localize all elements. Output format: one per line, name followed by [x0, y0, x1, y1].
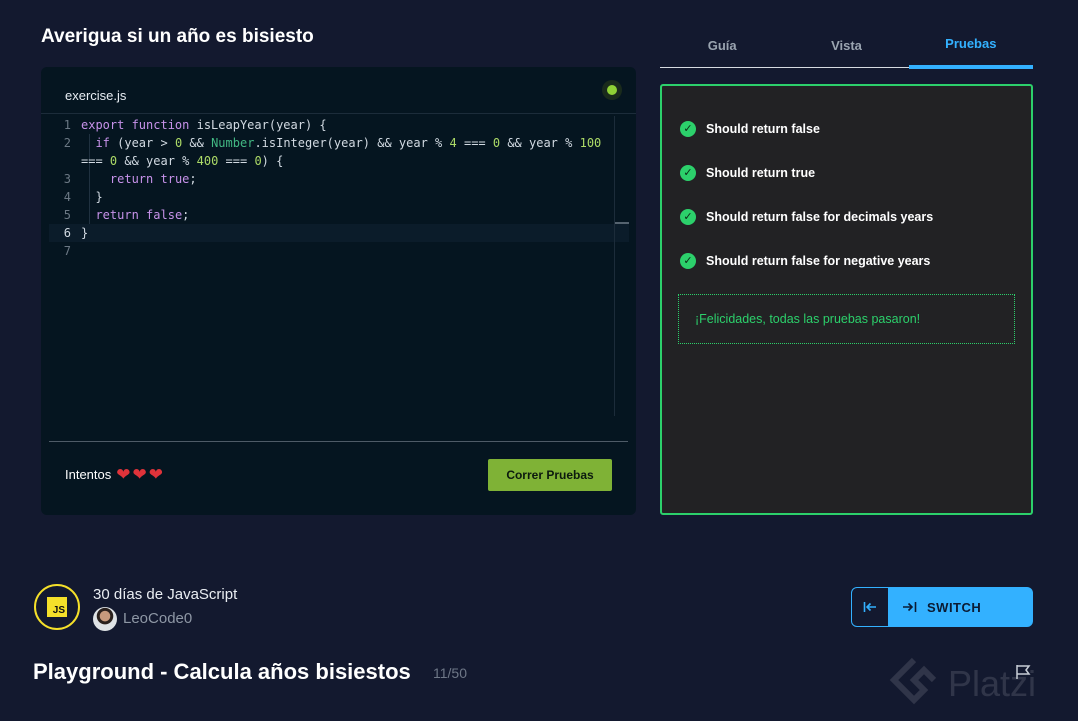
code-area[interactable]: 1 export function isLeapYear(year) {2 if … — [49, 116, 629, 416]
line-number: 2 — [63, 136, 71, 150]
js-logo-icon: JS — [47, 597, 67, 617]
status-indicator-icon — [602, 80, 622, 100]
check-icon: ✓ — [680, 121, 696, 137]
code-text[interactable]: } — [81, 188, 102, 206]
run-tests-button[interactable]: Correr Pruebas — [488, 459, 612, 491]
editor-divider — [49, 441, 628, 442]
tab-guia[interactable]: Guía — [660, 26, 784, 67]
platzi-watermark: Platzi — [888, 654, 1068, 714]
test-label: Should return false — [706, 122, 820, 136]
line-number: 7 — [63, 244, 71, 258]
flag-icon[interactable] — [1014, 663, 1032, 686]
panel-tabs: Guía Vista Pruebas — [660, 26, 1034, 69]
test-result-item: ✓ Should return false — [680, 121, 820, 137]
tests-panel: ✓ Should return false ✓ Should return tr… — [660, 84, 1033, 515]
test-result-item: ✓ Should return false for decimals years — [680, 209, 933, 225]
test-label: Should return false for decimals years — [706, 210, 934, 224]
code-text[interactable]: } — [81, 224, 88, 242]
scroll-marker — [615, 222, 629, 224]
switch-label: SWITCH — [927, 599, 982, 615]
code-line[interactable]: 2 if (year > 0 && Number.isInteger(year)… — [49, 134, 629, 152]
code-line[interactable]: 5 return false; — [49, 206, 629, 224]
editor-scrollbar[interactable] — [614, 116, 615, 416]
code-line[interactable]: === 0 && year % 400 === 0) { — [49, 152, 629, 170]
page-title: Playground - Calcula años bisiestos — [33, 659, 411, 684]
author-name[interactable]: LeoCode0 — [123, 610, 192, 627]
success-message: ¡Felicidades, todas las pruebas pasaron! — [678, 294, 1015, 344]
tab-vista[interactable]: Vista — [784, 26, 908, 67]
test-result-item: ✓ Should return false for negative years — [680, 253, 930, 269]
line-number: 6 — [63, 226, 71, 240]
switch-action[interactable]: SWITCH — [889, 588, 1032, 626]
check-icon: ✓ — [680, 209, 696, 225]
heart-icon: ❤ — [148, 465, 164, 484]
check-icon: ✓ — [680, 253, 696, 269]
code-text[interactable]: export function isLeapYear(year) { — [81, 116, 327, 134]
heart-icon: ❤ — [116, 465, 131, 484]
switch-button[interactable]: SWITCH — [851, 587, 1033, 627]
editor-header: exercise.js — [41, 67, 636, 114]
code-line[interactable]: 6} — [49, 224, 629, 242]
file-tab[interactable]: exercise.js — [65, 88, 126, 103]
line-number: 1 — [63, 118, 71, 132]
course-name[interactable]: 30 días de JavaScript — [93, 586, 237, 603]
line-number: 4 — [63, 190, 71, 204]
switch-arrow-icon — [903, 602, 917, 612]
code-text[interactable]: if (year > 0 && Number.isInteger(year) &… — [81, 134, 601, 152]
test-result-item: ✓ Should return true — [680, 165, 815, 181]
line-number: 3 — [63, 172, 71, 186]
test-label: Should return false for negative years — [706, 254, 931, 268]
code-line[interactable]: 1 export function isLeapYear(year) { — [49, 116, 629, 134]
course-logo[interactable]: JS — [34, 584, 80, 630]
check-icon: ✓ — [680, 165, 696, 181]
code-line[interactable]: 3 return true; — [49, 170, 629, 188]
hearts: ❤ ❤ ❤ — [116, 466, 163, 483]
attempts: Intentos ❤ ❤ ❤ — [65, 466, 163, 483]
exercise-title: Averigua si un año es bisiesto — [41, 26, 314, 47]
avatar[interactable] — [93, 607, 117, 631]
code-line[interactable]: 7 — [49, 242, 629, 260]
lesson-progress: 11/50 — [433, 665, 467, 681]
attempts-label: Intentos — [65, 467, 112, 482]
test-label: Should return true — [706, 166, 816, 180]
code-text[interactable]: === 0 && year % 400 === 0) { — [81, 152, 283, 170]
tab-pruebas[interactable]: Pruebas — [908, 26, 1034, 69]
code-line[interactable]: 4 } — [49, 188, 629, 206]
code-editor-panel: exercise.js 1 export function isLeapYear(… — [41, 67, 636, 515]
line-number: 5 — [63, 208, 71, 222]
code-text[interactable]: return true; — [81, 170, 197, 188]
code-text[interactable]: return false; — [81, 206, 189, 224]
collapse-left-icon[interactable] — [852, 588, 889, 626]
platzi-logo-icon — [889, 657, 937, 705]
heart-icon: ❤ — [132, 465, 147, 484]
